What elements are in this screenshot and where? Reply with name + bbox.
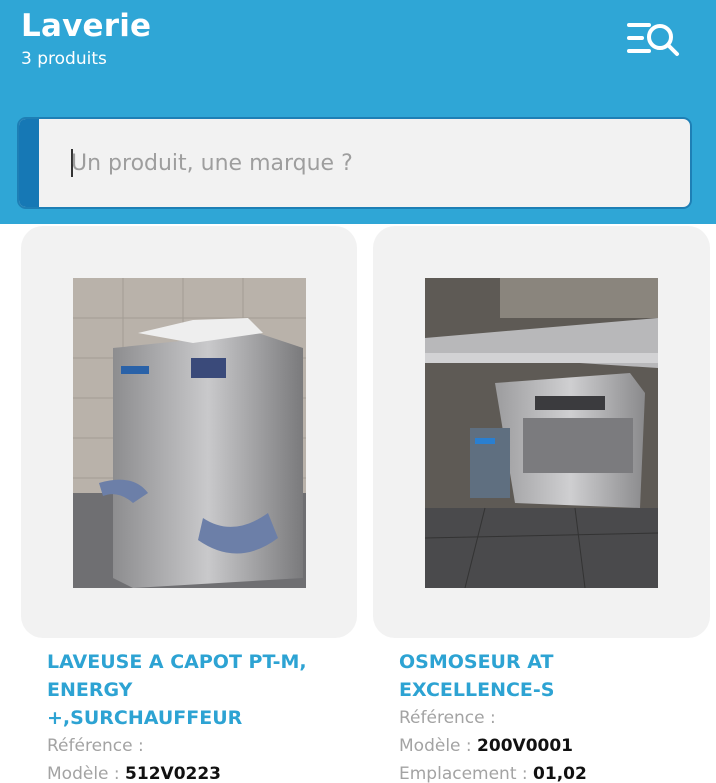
product-image [425,278,658,588]
filter-search-icon [627,23,679,56]
model-row: Modèle : 512V0223 [47,760,367,783]
reference-label: Référence : [399,708,496,728]
product-info: LAVEUSE A CAPOT PT-M, ENERGY +,SURCHAUFF… [47,648,367,783]
product-card[interactable] [21,226,357,638]
product-name[interactable]: OSMOSEUR AT EXCELLENCE-S [399,648,716,704]
search-input[interactable] [71,119,681,207]
product-name-line: EXCELLENCE-S [399,679,555,701]
page-title: Laverie [21,8,152,44]
model-label: Modèle : [47,764,126,783]
location-value: 01,02 [533,764,587,783]
reference-label: Référence : [47,736,144,756]
product-info: OSMOSEUR AT EXCELLENCE-S Référence : Mod… [399,648,716,783]
product-name[interactable]: LAVEUSE A CAPOT PT-M, ENERGY +,SURCHAUFF… [47,648,367,732]
product-name-line: ENERGY [47,679,133,701]
model-label: Modèle : [399,736,478,756]
model-value: 512V0223 [125,764,222,783]
location-row: Emplacement : 01,02 [399,760,716,783]
product-name-line: +,SURCHAUFFEUR [47,707,243,729]
product-count: 3 produits [21,49,107,69]
location-label: Emplacement : [399,764,534,783]
product-name-line: OSMOSEUR AT [399,651,554,673]
search-accent-bar [19,119,39,207]
filter-search-button[interactable] [622,16,686,62]
model-row: Modèle : 200V0001 [399,732,716,760]
reference-row: Référence : [47,732,367,760]
app-header: Laverie 3 produits [0,0,716,224]
product-image [73,278,306,588]
reference-row: Référence : [399,704,716,732]
product-name-line: LAVEUSE A CAPOT PT-M, [47,651,307,673]
product-card[interactable] [373,226,710,638]
model-value: 200V0001 [477,736,574,756]
search-bar[interactable] [17,117,692,209]
